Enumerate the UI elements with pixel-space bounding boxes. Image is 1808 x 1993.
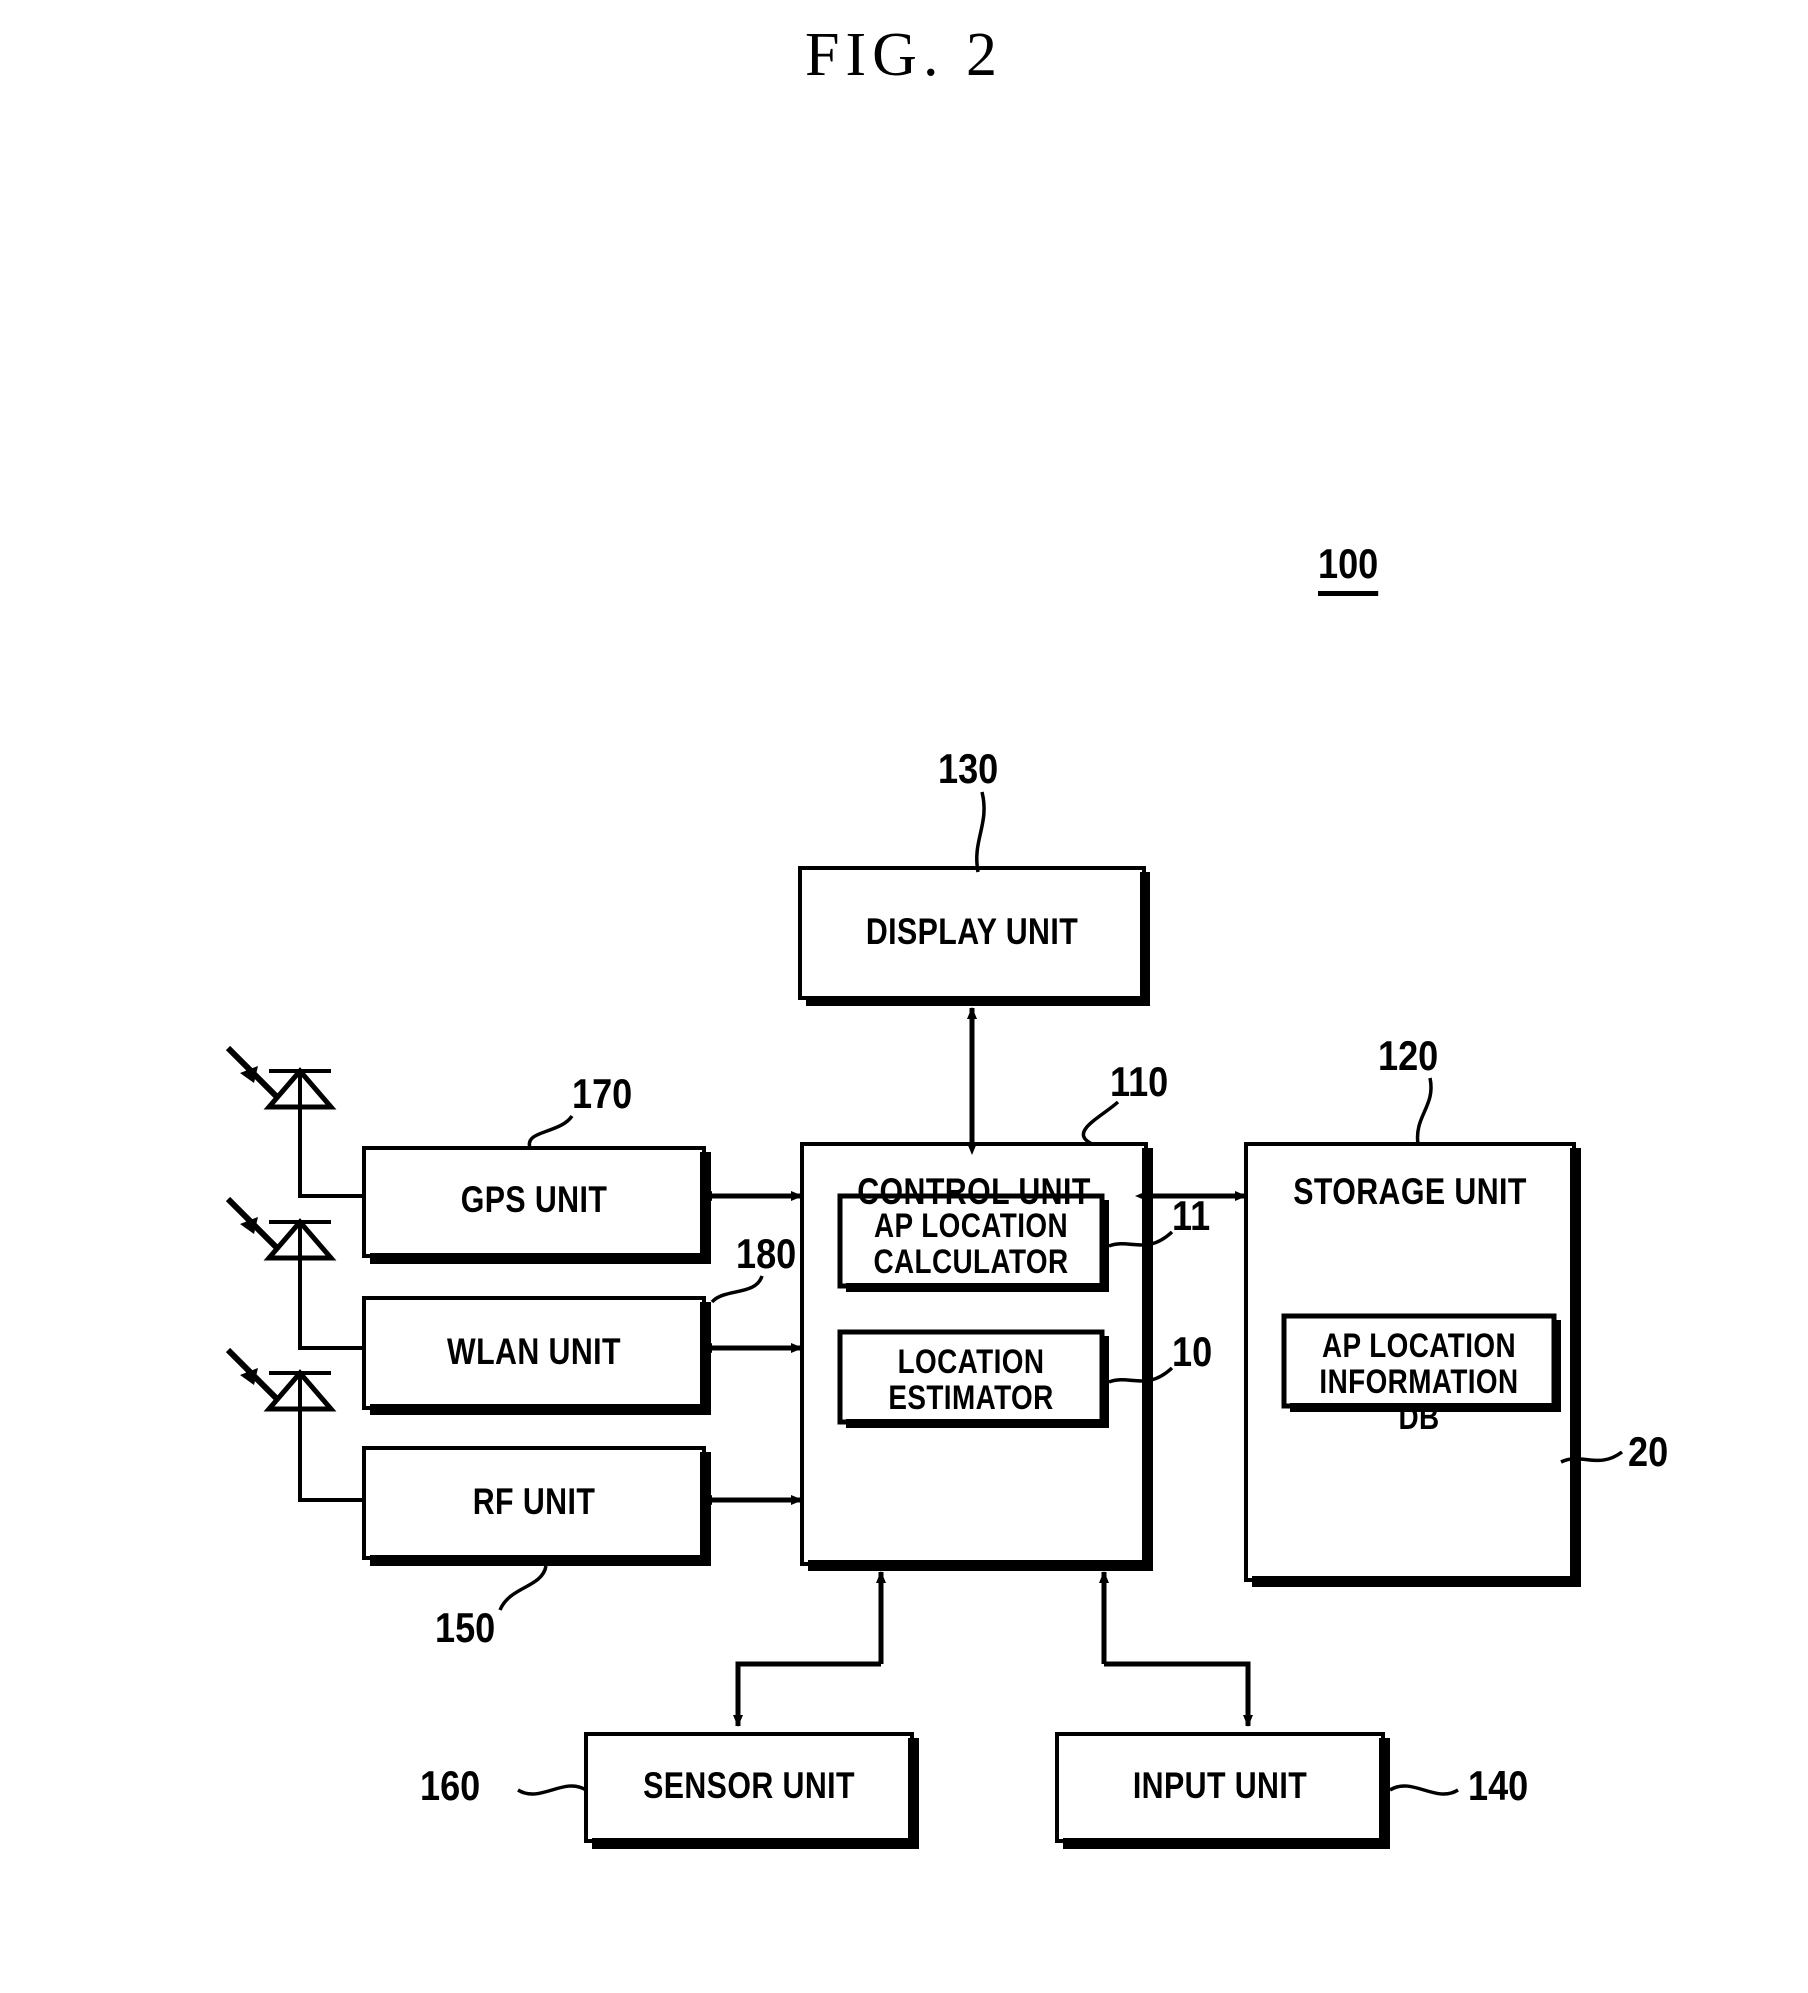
antenna-rf-icon bbox=[225, 1347, 364, 1502]
reference-numeral-gps: 170 bbox=[572, 1070, 633, 1117]
block-label-rf: RF UNIT bbox=[472, 1481, 596, 1522]
reference-numeral-input: 140 bbox=[1468, 1762, 1529, 1809]
leader-140 bbox=[1389, 1784, 1459, 1796]
block-label-wlan: WLAN UNIT bbox=[447, 1331, 621, 1372]
block-label-gps: GPS UNIT bbox=[460, 1179, 608, 1220]
block-label-sensor: SENSOR UNIT bbox=[643, 1765, 855, 1806]
diagram-canvas bbox=[225, 791, 1624, 1849]
subblock-label-location-estimator: LOCATION ESTIMATOR bbox=[888, 1343, 1054, 1418]
leader-11 bbox=[1108, 1230, 1174, 1248]
antenna-wlan-icon bbox=[225, 1196, 364, 1350]
block-label-control: CONTROL UNIT bbox=[857, 1171, 1091, 1212]
reference-numeral-sensor: 160 bbox=[420, 1762, 481, 1809]
connector-control-sensor bbox=[733, 1661, 881, 1727]
reference-numeral-ap-location-information-db: 20 bbox=[1628, 1428, 1669, 1475]
block-label-display: DISPLAY UNIT bbox=[865, 911, 1079, 952]
subblock-label-ap-location-information-db: AP LOCATION INFORMATION DB bbox=[1319, 1327, 1519, 1438]
leader-130 bbox=[975, 791, 986, 873]
patent-figure-page: FIG. 2 DISPLAY UNIT CONTROL UNIT STORAGE… bbox=[0, 0, 1808, 1993]
connector-control-input bbox=[1104, 1661, 1253, 1727]
reference-numeral-wlan: 180 bbox=[736, 1230, 797, 1277]
reference-numeral-control: 110 bbox=[1110, 1058, 1169, 1105]
reference-numeral-storage: 120 bbox=[1378, 1032, 1439, 1079]
reference-numeral-location-estimator: 10 bbox=[1172, 1328, 1213, 1375]
leader-160 bbox=[517, 1784, 587, 1796]
reference-numeral-system: 100 bbox=[1318, 540, 1379, 596]
antenna-gps-icon bbox=[225, 1045, 364, 1198]
leader-10 bbox=[1108, 1366, 1174, 1384]
leader-120 bbox=[1415, 1077, 1433, 1145]
leader-170 bbox=[527, 1114, 574, 1149]
block-label-input: INPUT UNIT bbox=[1132, 1765, 1308, 1806]
reference-numeral-rf: 150 bbox=[435, 1604, 496, 1651]
subblock-label-ap-location-calculator: AP LOCATION CALCULATOR bbox=[873, 1207, 1069, 1282]
leader-110 bbox=[1081, 1100, 1120, 1146]
leader-150 bbox=[498, 1565, 548, 1611]
block-label-storage: STORAGE UNIT bbox=[1293, 1171, 1527, 1212]
reference-numeral-display: 130 bbox=[938, 745, 999, 792]
leader-180 bbox=[710, 1275, 764, 1304]
reference-numeral-ap-location-calculator: 11 bbox=[1172, 1192, 1211, 1239]
